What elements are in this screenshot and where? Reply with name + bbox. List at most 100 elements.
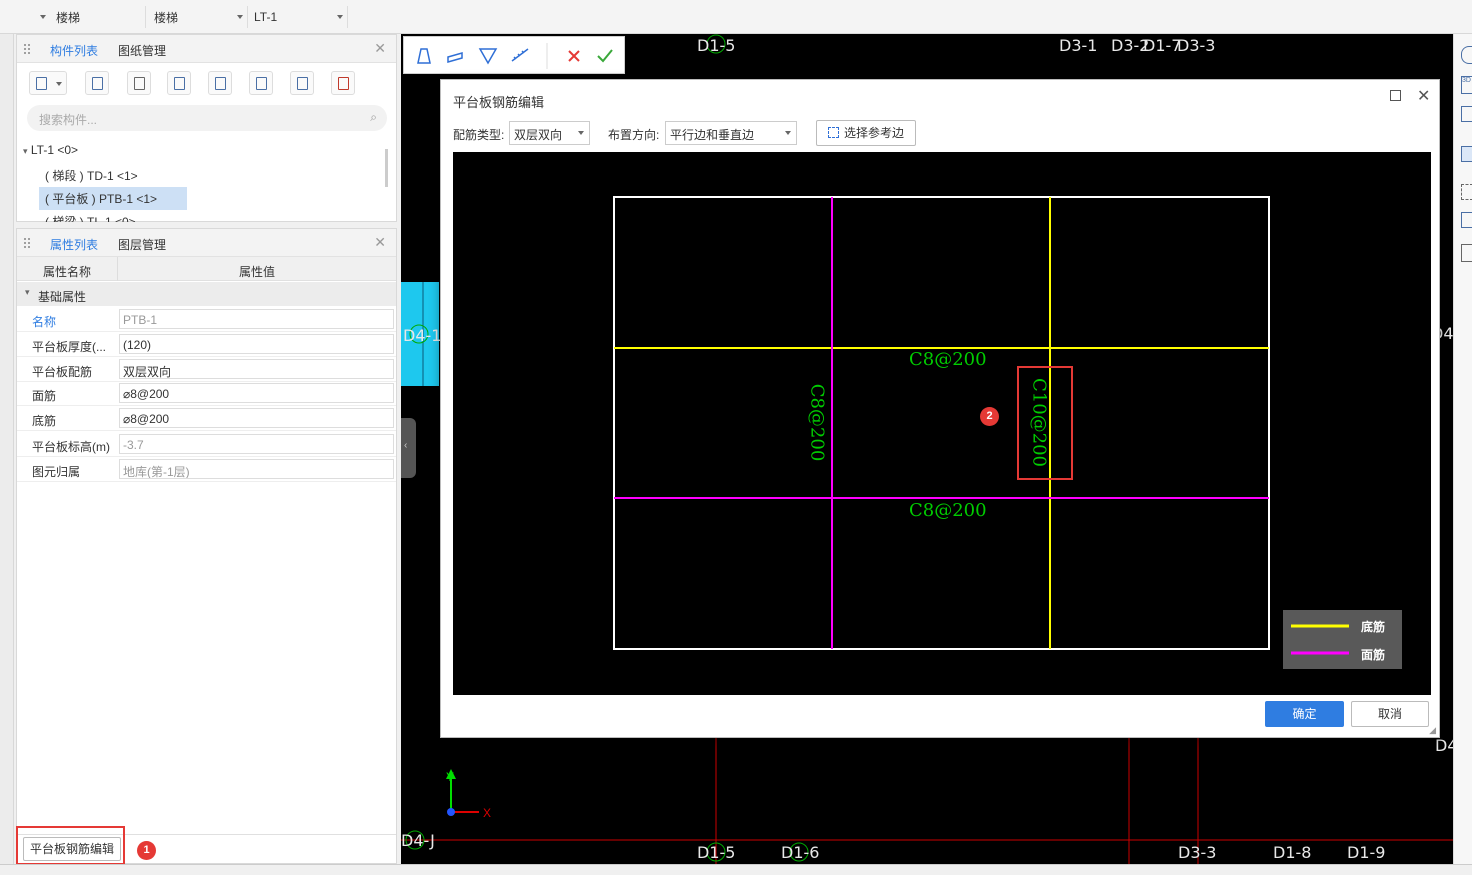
3d-view-icon[interactable]: 3D <box>1461 76 1472 94</box>
trash-icon <box>134 77 145 90</box>
chevron-down-icon: ▾ <box>23 146 28 156</box>
property-value-field[interactable]: ⌀8@200 <box>119 383 394 403</box>
platform-rebar-edit-button[interactable]: 平台板钢筋编辑 <box>23 837 121 861</box>
new-component-button[interactable] <box>29 71 67 95</box>
rebar-label-h-bottom: C8@200 <box>909 500 987 521</box>
axis-label: D4-1 <box>403 326 442 345</box>
copy-to-floor-button[interactable] <box>208 71 232 95</box>
funnel-tool-icon[interactable] <box>477 46 499 68</box>
property-name: 平台板配筋 <box>32 365 93 379</box>
rebar-preview-drawing <box>613 196 1402 669</box>
chevron-down-icon <box>56 82 62 86</box>
stair-tool-icon[interactable] <box>413 46 435 68</box>
property-name: 平台板标高(m) <box>32 440 110 454</box>
delete-button[interactable] <box>127 71 151 95</box>
step-badge-2: 2 <box>980 407 999 426</box>
property-panel-tabs: 属性列表 图层管理 ✕ <box>17 229 396 257</box>
left-edge-bar <box>0 34 14 875</box>
direction-select[interactable]: 平行边和垂直边 <box>665 121 797 145</box>
attribute-view-button[interactable] <box>331 71 355 95</box>
close-icon[interactable]: ✕ <box>374 40 386 57</box>
property-value-field[interactable]: 双层双向 <box>119 359 394 379</box>
copy-from-icon <box>256 77 267 90</box>
property-value-field[interactable]: (120) <box>119 334 394 354</box>
view-icon[interactable] <box>1461 46 1472 64</box>
slab-tool-icon[interactable] <box>445 46 467 68</box>
property-value-field[interactable]: -3.7 <box>119 434 394 454</box>
property-row: 平台板厚度(... (120) <box>17 332 396 357</box>
tree-item-stair-segment[interactable]: ( 梯段 ) TD-1 <1> <box>45 167 138 184</box>
panel-collapse-handle[interactable]: ‹ <box>401 418 416 478</box>
list-icon[interactable] <box>1461 244 1472 262</box>
select-reference-edge-button[interactable]: 选择参考边 <box>816 120 916 146</box>
select-box-icon[interactable] <box>1461 184 1472 200</box>
maximize-icon[interactable] <box>1390 90 1401 101</box>
property-value-field[interactable]: ⌀8@200 <box>119 408 394 428</box>
component-list-panel: 构件列表 图纸管理 ✕ 搜索构件... ⌕ ▾ LT-1 <0> ( 梯段 ) … <box>16 34 397 222</box>
legend-bottom-rebar: 底筋 <box>1361 620 1386 634</box>
rebar-type-label: 配筋类型: <box>453 128 505 142</box>
resize-grip-icon[interactable]: ◢ <box>1429 725 1436 736</box>
cancel-button[interactable]: 取消 <box>1351 701 1429 727</box>
layer-icon[interactable] <box>1461 146 1472 162</box>
tab-property-list[interactable]: 属性列表 <box>50 236 98 253</box>
property-value-field[interactable]: 地库(第-1层) <box>119 459 394 479</box>
cancel-icon[interactable] <box>564 46 586 68</box>
tab-layer-management[interactable]: 图层管理 <box>118 236 166 253</box>
confirm-check-icon[interactable] <box>596 46 618 68</box>
property-row: 平台板配筋 双层双向 <box>17 357 396 382</box>
drag-grip-icon[interactable] <box>23 237 31 249</box>
tree-item-platform-slab[interactable]: ( 平台板 ) PTB-1 <1> <box>39 187 187 210</box>
rebar-preview-canvas[interactable]: C8@200 C8@200 C8@200 C10@200 2 底筋 面筋 <box>453 152 1431 695</box>
close-icon[interactable]: ✕ <box>1417 86 1430 106</box>
status-bar <box>0 864 1472 875</box>
select-edge-icon <box>827 127 839 138</box>
copy-from-floor-button[interactable] <box>249 71 273 95</box>
group-label: 基础属性 <box>38 290 87 304</box>
property-name: 图元归属 <box>32 465 81 479</box>
ok-button[interactable]: 确定 <box>1265 701 1344 727</box>
component-name-dropdown[interactable]: LT-1 <box>248 6 348 28</box>
tree-item-stair-beam[interactable]: ( 梯梁 ) TL-1 <0> <box>45 213 136 222</box>
copy-floor-icon <box>215 77 226 90</box>
duplicate-button[interactable] <box>167 71 191 95</box>
chevron-down-icon <box>237 15 243 19</box>
property-value-field[interactable]: PTB-1 <box>119 309 394 329</box>
zoom-icon[interactable] <box>1461 212 1472 228</box>
close-icon[interactable]: ✕ <box>374 234 386 251</box>
chevron-down-icon <box>578 131 584 135</box>
axis-label: D1-9 <box>1347 843 1386 862</box>
property-table-header: 属性名称 属性值 <box>17 257 396 281</box>
chevron-down-icon <box>785 131 791 135</box>
list-view-button[interactable] <box>290 71 314 95</box>
rotate-icon[interactable] <box>1461 106 1472 122</box>
copy-icon <box>92 77 103 90</box>
rebar-type-select[interactable]: 双层双向 <box>509 121 590 145</box>
tab-drawing-management[interactable]: 图纸管理 <box>118 42 166 59</box>
new-file-icon <box>36 77 47 90</box>
ramp-tool-icon[interactable] <box>509 46 531 68</box>
top-toolbar: 楼梯 楼梯 LT-1 <box>0 0 1472 34</box>
coord-x-label: X <box>483 806 492 820</box>
axis-label: D1-7 <box>1143 36 1182 55</box>
step-badge-1: 1 <box>137 841 156 860</box>
legend-top-rebar: 面筋 <box>1361 648 1386 662</box>
platform-rebar-edit-dialog: 平台板钢筋编辑 ✕ 配筋类型: 双层双向 布置方向: 平行边和垂直边 选择参考边… <box>440 79 1440 738</box>
floor-type-dropdown[interactable]: 楼梯 <box>36 6 146 28</box>
header-property-value: 属性值 <box>239 265 276 279</box>
property-name: 名称 <box>32 315 57 329</box>
copy-button[interactable] <box>85 71 109 95</box>
search-input[interactable]: 搜索构件... ⌕ <box>27 105 387 131</box>
drag-grip-icon[interactable] <box>23 43 31 55</box>
dialog-title: 平台板钢筋编辑 <box>453 95 545 110</box>
tab-component-list[interactable]: 构件列表 <box>50 42 98 59</box>
right-toolbar: 3D <box>1453 34 1472 875</box>
scrollbar[interactable] <box>385 149 388 187</box>
property-row: 底筋 ⌀8@200 <box>17 406 396 431</box>
component-type-dropdown[interactable]: 楼梯 <box>146 6 248 28</box>
rebar-label-h-top: C8@200 <box>909 349 987 370</box>
property-group-basic[interactable]: ▾ 基础属性 <box>17 282 396 306</box>
axis-label: D4-J <box>401 831 435 850</box>
tree-root[interactable]: ▾ LT-1 <0> <box>23 143 78 157</box>
rebar-label-v-right[interactable]: C10@200 <box>1029 370 1050 476</box>
